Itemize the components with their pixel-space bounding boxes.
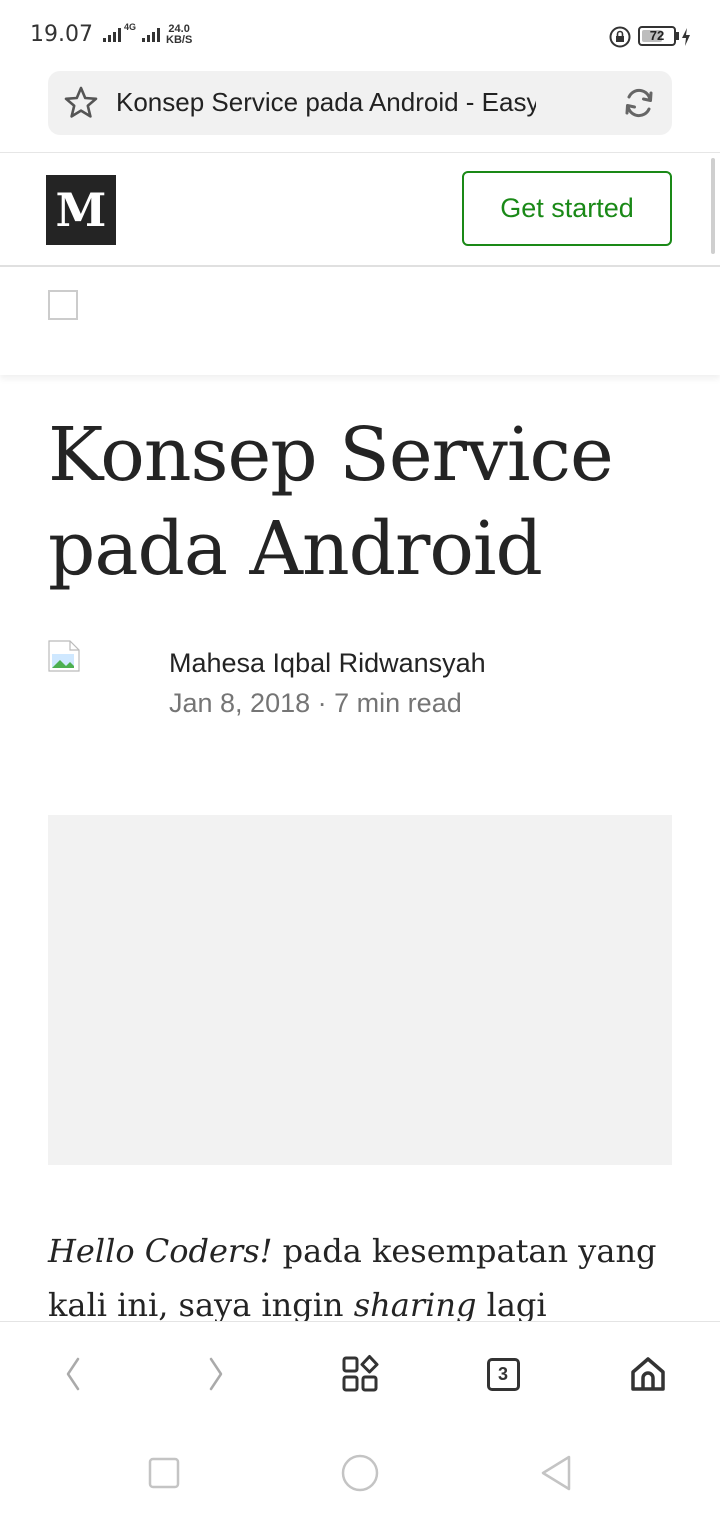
author-avatar-broken-image-icon[interactable] [48,640,80,672]
network-speed-unit: KB/S [166,34,193,46]
signal-2-icon [142,28,160,42]
address-bar[interactable]: Konsep Service pada Android - Easyr... [48,71,672,135]
back-button[interactable] [51,1352,95,1396]
rotation-lock-icon [609,26,631,48]
network-speed: 24.0 KB/S [166,24,192,46]
forward-button[interactable] [194,1352,238,1396]
battery-tip [676,32,679,40]
battery-percent: 72 [649,28,665,43]
author-name-link[interactable]: Mahesa Iqbal Ridwansyah [169,648,486,679]
home-button[interactable] [626,1352,670,1396]
sub-header-bar [0,267,720,375]
hero-image-placeholder [48,815,672,1165]
toolbar-divider [0,152,720,153]
back-triangle-icon[interactable] [536,1453,576,1493]
get-started-button[interactable]: Get started [462,171,672,246]
article-title: Konsep Service pada Android [48,412,614,592]
publish-date: Jan 8, 2018 [169,688,311,718]
tabs-button[interactable]: 3 [481,1352,525,1396]
intro-greeting: Hello Coders! [48,1232,273,1270]
meta-separator: · [317,688,327,718]
charging-icon [682,28,690,46]
network-type-label: 4G [124,22,137,32]
system-navigation-bar [0,1423,720,1520]
apps-grid-icon [342,1355,379,1392]
broken-image-placeholder [48,290,78,320]
chevron-left-icon [66,1357,80,1391]
page-title-in-address-bar[interactable]: Konsep Service pada Android - Easyr... [116,87,536,118]
refresh-icon[interactable] [621,85,657,121]
star-icon[interactable] [63,85,99,121]
page-scrollbar[interactable] [711,158,715,254]
status-time: 19.07 [30,22,93,47]
tabs-icon: 3 [486,1357,520,1391]
article-meta: Jan 8, 2018 · 7 min read [169,688,462,719]
intro-emphasis: sharing [353,1286,477,1324]
browser-toolbar: 3 [0,1321,720,1424]
home-icon [631,1357,665,1391]
apps-button[interactable] [338,1352,382,1396]
recent-apps-icon[interactable] [144,1453,184,1493]
read-time: 7 min read [334,688,462,718]
medium-logo[interactable]: M [46,175,116,245]
battery-icon: 72 [638,26,676,46]
signal-1-icon [103,28,121,42]
chevron-right-icon [209,1357,223,1391]
status-bar: 19.07 4G 24.0 KB/S 72 [0,0,720,72]
home-circle-icon[interactable] [340,1453,380,1493]
